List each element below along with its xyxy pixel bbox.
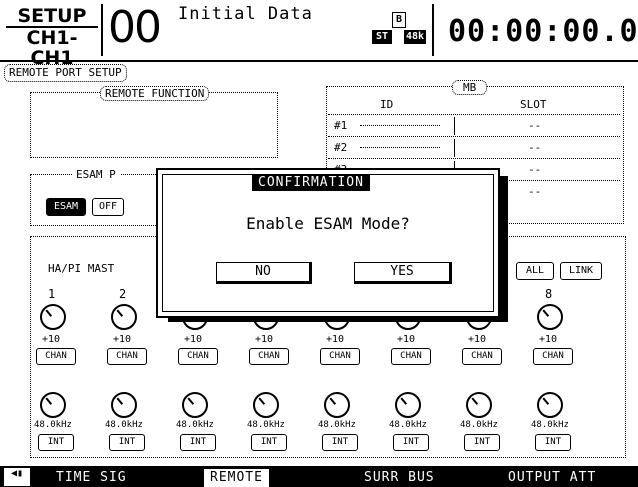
badge-st: ST bbox=[372, 30, 393, 44]
esam-on-button[interactable]: ESAM bbox=[46, 198, 86, 216]
freq-knob-icon[interactable] bbox=[253, 392, 279, 418]
mode-button[interactable]: CHAN bbox=[391, 348, 431, 365]
source-button[interactable]: INT bbox=[393, 434, 429, 451]
mode-button[interactable]: CHAN bbox=[36, 348, 76, 365]
freq-knob-icon[interactable] bbox=[395, 392, 421, 418]
mb-row-key: #1 bbox=[334, 119, 348, 132]
timecode-display: 00:00:00.00 bbox=[448, 14, 638, 49]
channel-number: 1 bbox=[48, 287, 56, 301]
dialog-frame bbox=[162, 174, 494, 312]
mb-column-id: ID bbox=[380, 98, 394, 111]
channel-number: 8 bbox=[545, 287, 553, 301]
source-button[interactable]: INT bbox=[38, 434, 74, 451]
freq-value: 48.0kHz bbox=[389, 420, 427, 430]
source-button[interactable]: INT bbox=[464, 434, 500, 451]
gain-value: +10 bbox=[113, 334, 132, 345]
strip-all-button[interactable]: ALL bbox=[516, 262, 554, 280]
freq-knob-icon[interactable] bbox=[324, 392, 350, 418]
mode-button[interactable]: CHAN bbox=[178, 348, 218, 365]
strip-link-button[interactable]: LINK bbox=[560, 262, 602, 280]
mb-row-slot: -- bbox=[528, 119, 542, 132]
gain-value: +10 bbox=[468, 334, 487, 345]
remote-function-box[interactable] bbox=[30, 92, 278, 158]
tab-output-att[interactable]: OUTPUT ATT bbox=[508, 469, 596, 487]
mb-label: MB bbox=[452, 80, 488, 95]
freq-value: 48.0kHz bbox=[34, 420, 72, 430]
gain-value: +10 bbox=[184, 334, 203, 345]
freq-value: 48.0kHz bbox=[460, 420, 498, 430]
badge-b: B bbox=[392, 12, 406, 28]
header-divider bbox=[432, 4, 434, 56]
remote-function-label: REMOTE FUNCTION bbox=[100, 86, 210, 101]
source-button[interactable]: INT bbox=[535, 434, 571, 451]
channel-number: 2 bbox=[119, 287, 127, 301]
tab-scroll-left-icon[interactable]: ◀▮ bbox=[4, 468, 30, 486]
source-button[interactable]: INT bbox=[109, 434, 145, 451]
mb-row-slot: -- bbox=[528, 141, 542, 154]
dialog-title: CONFIRMATION bbox=[252, 174, 370, 191]
mb-row-divider bbox=[454, 117, 455, 135]
mb-row-slot: -- bbox=[528, 185, 542, 198]
mb-row-value bbox=[360, 125, 440, 126]
mode-button[interactable]: CHAN bbox=[533, 348, 573, 365]
mb-row-value bbox=[360, 147, 440, 148]
mb-row-key: #2 bbox=[334, 141, 348, 154]
section-label: REMOTE PORT SETUP bbox=[4, 64, 127, 82]
gain-knob-icon[interactable] bbox=[537, 304, 563, 330]
yes-button[interactable]: YES bbox=[354, 262, 452, 284]
gain-knob-icon[interactable] bbox=[111, 304, 137, 330]
gain-value: +10 bbox=[42, 334, 61, 345]
freq-value: 48.0kHz bbox=[176, 420, 214, 430]
source-button[interactable]: INT bbox=[180, 434, 216, 451]
freq-value: 48.0kHz bbox=[247, 420, 285, 430]
gain-value: +10 bbox=[397, 334, 416, 345]
tab-surr-bus[interactable]: SURR BUS bbox=[364, 469, 435, 487]
freq-knob-icon[interactable] bbox=[466, 392, 492, 418]
source-button[interactable]: INT bbox=[251, 434, 287, 451]
scene-number: 00 bbox=[108, 2, 162, 53]
freq-knob-icon[interactable] bbox=[537, 392, 563, 418]
scene-title: Initial Data bbox=[178, 4, 313, 24]
freq-knob-icon[interactable] bbox=[182, 392, 208, 418]
mb-row-slot: -- bbox=[528, 163, 542, 176]
mode-button[interactable]: CHAN bbox=[320, 348, 360, 365]
dialog-message: Enable ESAM Mode? bbox=[246, 214, 410, 233]
gain-value: +10 bbox=[326, 334, 345, 345]
gain-value: +10 bbox=[255, 334, 274, 345]
esam-label: ESAM P bbox=[72, 168, 120, 181]
tab-time-sig[interactable]: TIME SIG bbox=[56, 469, 127, 487]
mb-row-divider bbox=[454, 139, 455, 157]
no-button[interactable]: NO bbox=[216, 262, 312, 284]
header-rule bbox=[0, 60, 638, 62]
table-row[interactable]: #1 -- bbox=[328, 114, 620, 137]
tab-remote[interactable]: REMOTE bbox=[204, 469, 269, 487]
page-name: SETUP CH1-CH1 bbox=[6, 6, 98, 68]
badge-sample-rate: 48k bbox=[404, 30, 427, 44]
mode-button[interactable]: CHAN bbox=[249, 348, 289, 365]
source-button[interactable]: INT bbox=[322, 434, 358, 451]
freq-value: 48.0kHz bbox=[318, 420, 356, 430]
table-row[interactable]: #2 -- bbox=[328, 136, 620, 159]
freq-knob-icon[interactable] bbox=[40, 392, 66, 418]
gain-value: +10 bbox=[539, 334, 558, 345]
page-name-line1: SETUP bbox=[17, 5, 87, 27]
freq-value: 48.0kHz bbox=[531, 420, 569, 430]
freq-value: 48.0kHz bbox=[105, 420, 143, 430]
mode-button[interactable]: CHAN bbox=[107, 348, 147, 365]
mb-column-slot: SLOT bbox=[520, 98, 547, 111]
freq-knob-icon[interactable] bbox=[111, 392, 137, 418]
mode-button[interactable]: CHAN bbox=[462, 348, 502, 365]
esam-off-button[interactable]: OFF bbox=[92, 198, 124, 216]
gain-knob-icon[interactable] bbox=[40, 304, 66, 330]
strip-label: HA/PI MAST bbox=[48, 262, 115, 275]
header-divider bbox=[101, 4, 103, 56]
